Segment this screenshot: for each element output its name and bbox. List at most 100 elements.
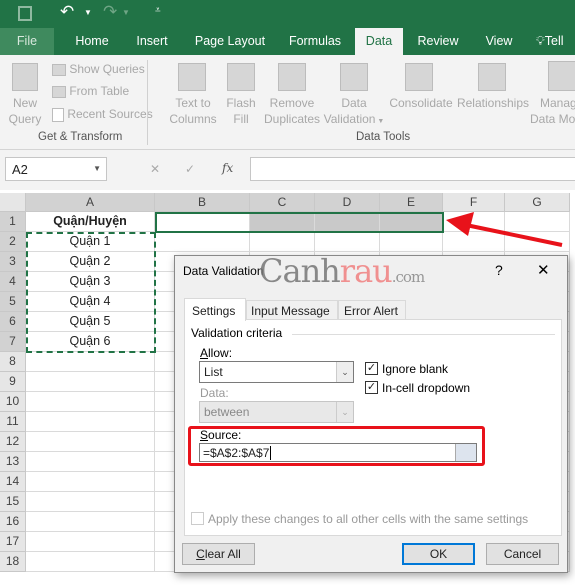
table-icon	[52, 85, 66, 98]
cell-C2[interactable]	[250, 232, 315, 252]
row-header-12[interactable]: 12	[0, 432, 26, 452]
cell-A13[interactable]	[26, 452, 155, 472]
row-header-4[interactable]: 4	[0, 272, 26, 292]
new-query-button[interactable]: New Query	[2, 95, 48, 127]
show-queries-button[interactable]: Show Queries	[52, 61, 145, 77]
column-header-F[interactable]: F	[443, 193, 505, 212]
manage-data-model-icon	[548, 61, 575, 91]
cell-A11[interactable]	[26, 412, 155, 432]
cell-A12[interactable]	[26, 432, 155, 452]
row-header-10[interactable]: 10	[0, 392, 26, 412]
cancel-icon[interactable]: ✕	[150, 162, 160, 176]
recent-sources-button[interactable]: Recent Sources	[52, 106, 153, 122]
insert-function-icon[interactable]: fx	[222, 161, 233, 175]
cell-F1[interactable]	[443, 212, 505, 232]
row-header-15[interactable]: 15	[0, 492, 26, 512]
tab-data[interactable]: Data	[355, 28, 403, 55]
column-header-G[interactable]: G	[505, 193, 570, 212]
allow-select[interactable]: List ⌄	[199, 361, 354, 383]
cell-A17[interactable]	[26, 532, 155, 552]
row-header-5[interactable]: 5	[0, 292, 26, 312]
cell-A8[interactable]	[26, 352, 155, 372]
cell-D2[interactable]	[315, 232, 380, 252]
redo-dropdown-icon[interactable]: ▼	[122, 8, 130, 17]
row-header-16[interactable]: 16	[0, 512, 26, 532]
row-header-14[interactable]: 14	[0, 472, 26, 492]
help-button[interactable]: ?	[495, 262, 503, 278]
range-select-icon[interactable]	[455, 444, 476, 461]
copy-marquee-a2-a7	[26, 232, 156, 353]
redo-icon[interactable]: ↷	[103, 2, 117, 22]
row-header-13[interactable]: 13	[0, 452, 26, 472]
clear-all-button[interactable]: Clear All	[182, 543, 255, 565]
cell-E2[interactable]	[380, 232, 443, 252]
from-table-button[interactable]: From Table	[52, 83, 129, 99]
tab-input-message[interactable]: Input Message	[246, 300, 338, 319]
tab-review[interactable]: Review	[408, 28, 468, 55]
row-header-8[interactable]: 8	[0, 352, 26, 372]
cell-B2[interactable]	[155, 232, 250, 252]
flash-fill-button[interactable]: Flash Fill	[222, 95, 260, 127]
tab-file[interactable]: File	[0, 28, 54, 55]
data-validation-icon	[340, 63, 368, 91]
column-header-D[interactable]: D	[315, 193, 380, 212]
column-header-B[interactable]: B	[155, 193, 250, 212]
data-validation-button[interactable]: Data Validation ▼	[322, 95, 386, 130]
manage-data-model-button[interactable]: Manag Data Mo	[530, 95, 575, 127]
data-select: between ⌄	[199, 401, 354, 423]
cell-A10[interactable]	[26, 392, 155, 412]
cell-A9[interactable]	[26, 372, 155, 392]
cell-A18[interactable]	[26, 552, 155, 572]
row-header-18[interactable]: 18	[0, 552, 26, 572]
tab-insert[interactable]: Insert	[124, 28, 180, 55]
recent-sources-icon	[52, 107, 64, 122]
row-header-1[interactable]: 1	[0, 212, 26, 232]
row-header-6[interactable]: 6	[0, 312, 26, 332]
column-header-E[interactable]: E	[380, 193, 443, 212]
cell-G1[interactable]	[505, 212, 570, 232]
cell-A16[interactable]	[26, 512, 155, 532]
relationships-button[interactable]: Relationships	[456, 95, 530, 111]
text-to-columns-button[interactable]: Text to Columns	[163, 95, 223, 127]
watermark-logo: Canhrau.com	[259, 252, 425, 290]
cell-A1[interactable]: Quận/Huyện	[26, 212, 155, 232]
cancel-button[interactable]: Cancel	[486, 543, 559, 565]
row-header-2[interactable]: 2	[0, 232, 26, 252]
formula-input[interactable]	[250, 157, 575, 181]
save-icon[interactable]	[18, 6, 32, 21]
tab-page-layout[interactable]: Page Layout	[184, 28, 276, 55]
row-header-3[interactable]: 3	[0, 252, 26, 272]
row-header-17[interactable]: 17	[0, 532, 26, 552]
row-header-9[interactable]: 9	[0, 372, 26, 392]
tab-settings[interactable]: Settings	[184, 298, 246, 321]
tab-view[interactable]: View	[472, 28, 526, 55]
cell-A14[interactable]	[26, 472, 155, 492]
column-header-C[interactable]: C	[250, 193, 315, 212]
source-input[interactable]: =$A$2:$A$7	[199, 443, 477, 462]
tab-home[interactable]: Home	[64, 28, 120, 55]
cell-G2[interactable]	[505, 232, 570, 252]
undo-icon[interactable]: ↶	[60, 2, 74, 22]
consolidate-button[interactable]: Consolidate	[388, 95, 454, 111]
text-cursor	[270, 446, 272, 460]
row-header-7[interactable]: 7	[0, 332, 26, 352]
tab-formulas[interactable]: Formulas	[280, 28, 350, 55]
in-cell-dropdown-checkbox[interactable]: ✓	[365, 381, 378, 394]
ok-button[interactable]: OK	[402, 543, 475, 565]
tab-error-alert[interactable]: Error Alert	[338, 300, 406, 319]
undo-dropdown-icon[interactable]: ▼	[84, 8, 92, 17]
customize-icon[interactable]: ⩡	[155, 5, 161, 16]
tab-tell-me[interactable]: 💡︎Tell	[536, 28, 575, 55]
cell-F2[interactable]	[443, 232, 505, 252]
remove-duplicates-button[interactable]: Remove Duplicates	[262, 95, 322, 127]
cell-A15[interactable]	[26, 492, 155, 512]
apply-all-checkbox[interactable]	[191, 512, 204, 525]
select-all-corner[interactable]	[0, 193, 26, 212]
enter-icon[interactable]: ✓	[185, 162, 195, 176]
column-header-A[interactable]: A	[26, 193, 155, 212]
row-header-11[interactable]: 11	[0, 412, 26, 432]
ignore-blank-checkbox[interactable]: ✓	[365, 362, 378, 375]
name-box[interactable]: A2 ▼	[5, 157, 107, 181]
lightbulb-icon: 💡︎	[536, 34, 545, 48]
close-icon[interactable]: ✕	[537, 261, 550, 279]
